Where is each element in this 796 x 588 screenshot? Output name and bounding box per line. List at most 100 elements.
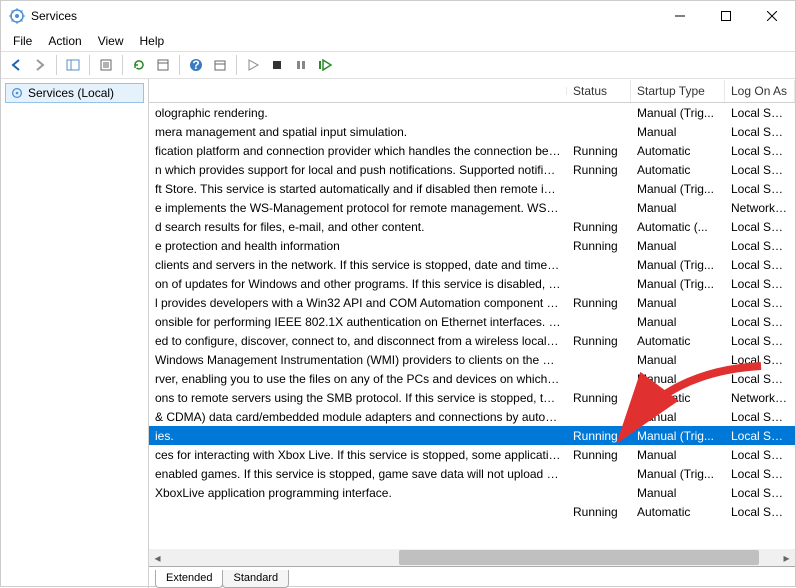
cell-description: fication platform and connection provide… — [149, 143, 567, 159]
cell-status — [567, 264, 631, 266]
list-pane: Status Startup Type Log On As olographic… — [149, 79, 795, 588]
cell-startup: Automatic — [631, 504, 725, 520]
scroll-left-arrow[interactable]: ◂ — [149, 549, 166, 566]
table-row[interactable]: mera management and spatial input simula… — [149, 122, 795, 141]
cell-status: Running — [567, 162, 631, 178]
table-row[interactable]: rver, enabling you to use the files on a… — [149, 369, 795, 388]
cell-description: Windows Management Instrumentation (WMI)… — [149, 352, 567, 368]
table-row[interactable]: d search results for files, e-mail, and … — [149, 217, 795, 236]
show-hide-tree-button[interactable] — [62, 54, 84, 76]
table-row[interactable]: ed to configure, discover, connect to, a… — [149, 331, 795, 350]
cell-status: Running — [567, 390, 631, 406]
table-row[interactable]: n which provides support for local and p… — [149, 160, 795, 179]
refresh-button[interactable] — [128, 54, 150, 76]
calendar-button[interactable] — [209, 54, 231, 76]
table-row[interactable]: e protection and health informationRunni… — [149, 236, 795, 255]
minimize-button[interactable] — [657, 1, 703, 31]
table-row[interactable]: on of updates for Windows and other prog… — [149, 274, 795, 293]
restart-service-button[interactable] — [314, 54, 336, 76]
cell-status: Running — [567, 143, 631, 159]
cell-startup: Manual — [631, 447, 725, 463]
column-logon-header[interactable]: Log On As — [725, 80, 795, 102]
column-startup-header[interactable]: Startup Type — [631, 80, 725, 102]
cell-description: & CDMA) data card/embedded module adapte… — [149, 409, 567, 425]
table-row[interactable]: onsible for performing IEEE 802.1X authe… — [149, 312, 795, 331]
cell-status — [567, 283, 631, 285]
cell-status — [567, 112, 631, 114]
cell-description: l provides developers with a Win32 API a… — [149, 295, 567, 311]
cell-logon: Local Syste... — [725, 219, 795, 235]
cell-status: Running — [567, 333, 631, 349]
cell-logon: Local Syste... — [725, 162, 795, 178]
table-row[interactable]: clients and servers in the network. If t… — [149, 255, 795, 274]
list-body[interactable]: olographic rendering.Manual (Trig...Loca… — [149, 103, 795, 588]
forward-button[interactable] — [29, 54, 51, 76]
tab-extended[interactable]: Extended — [155, 570, 223, 588]
scroll-right-arrow[interactable]: ▸ — [778, 549, 795, 566]
table-row[interactable]: RunningAutomaticLocal Syste... — [149, 502, 795, 521]
cell-description: clients and servers in the network. If t… — [149, 257, 567, 273]
cell-description: olographic rendering. — [149, 105, 567, 121]
menu-help[interactable]: Help — [132, 32, 173, 50]
horizontal-scrollbar[interactable]: ◂ ▸ — [149, 549, 795, 566]
cell-status: Running — [567, 219, 631, 235]
table-row[interactable]: XboxLive application programming interfa… — [149, 483, 795, 502]
cell-status — [567, 416, 631, 418]
scroll-thumb[interactable] — [399, 550, 759, 565]
menu-file[interactable]: File — [5, 32, 40, 50]
cell-description — [149, 511, 567, 513]
cell-logon: Local Syste... — [725, 124, 795, 140]
tab-standard[interactable]: Standard — [222, 570, 289, 588]
properties-button[interactable] — [152, 54, 174, 76]
cell-description: d search results for files, e-mail, and … — [149, 219, 567, 235]
cell-logon: Local Syste... — [725, 314, 795, 330]
table-row[interactable]: Windows Management Instrumentation (WMI)… — [149, 350, 795, 369]
menu-action[interactable]: Action — [40, 32, 89, 50]
svg-text:?: ? — [192, 58, 199, 72]
start-service-button[interactable] — [242, 54, 264, 76]
cell-startup: Automatic — [631, 333, 725, 349]
close-button[interactable] — [749, 1, 795, 31]
toolbar-separator — [56, 55, 57, 75]
table-row[interactable]: ies.RunningManual (Trig...Local Syste... — [149, 426, 795, 445]
table-row[interactable]: & CDMA) data card/embedded module adapte… — [149, 407, 795, 426]
cell-status: Running — [567, 447, 631, 463]
maximize-button[interactable] — [703, 1, 749, 31]
cell-logon: Local Service — [725, 371, 795, 387]
cell-logon: Local Syste... — [725, 352, 795, 368]
table-row[interactable]: ons to remote servers using the SMB prot… — [149, 388, 795, 407]
cell-startup: Manual (Trig... — [631, 105, 725, 121]
titlebar: Services — [1, 1, 795, 31]
back-button[interactable] — [5, 54, 27, 76]
toolbar-separator — [122, 55, 123, 75]
table-row[interactable]: fication platform and connection provide… — [149, 141, 795, 160]
cell-status — [567, 473, 631, 475]
tree-pane: Services (Local) — [1, 79, 149, 588]
cell-startup: Automatic — [631, 143, 725, 159]
cell-status: Running — [567, 428, 631, 444]
table-row[interactable]: e implements the WS-Management protocol … — [149, 198, 795, 217]
cell-status: Running — [567, 238, 631, 254]
column-status-header[interactable]: Status — [567, 80, 631, 102]
cell-startup: Manual — [631, 371, 725, 387]
cell-description: ons to remote servers using the SMB prot… — [149, 390, 567, 406]
table-row[interactable]: ces for interacting with Xbox Live. If t… — [149, 445, 795, 464]
table-row[interactable]: enabled games. If this service is stoppe… — [149, 464, 795, 483]
tree-node-services-local[interactable]: Services (Local) — [5, 83, 144, 103]
cell-startup: Manual — [631, 295, 725, 311]
pause-service-button[interactable] — [290, 54, 312, 76]
cell-logon: Local Syste... — [725, 504, 795, 520]
table-row[interactable]: ft Store. This service is started automa… — [149, 179, 795, 198]
cell-logon: Local Syste... — [725, 276, 795, 292]
menu-view[interactable]: View — [90, 32, 132, 50]
cell-logon: Local Syste... — [725, 143, 795, 159]
table-row[interactable]: l provides developers with a Win32 API a… — [149, 293, 795, 312]
cell-startup: Automatic — [631, 390, 725, 406]
cell-startup: Manual — [631, 200, 725, 216]
export-list-button[interactable] — [95, 54, 117, 76]
stop-service-button[interactable] — [266, 54, 288, 76]
cell-description: ies. — [149, 428, 567, 444]
help-button[interactable]: ? — [185, 54, 207, 76]
column-description-header[interactable] — [149, 87, 567, 95]
table-row[interactable]: olographic rendering.Manual (Trig...Loca… — [149, 103, 795, 122]
